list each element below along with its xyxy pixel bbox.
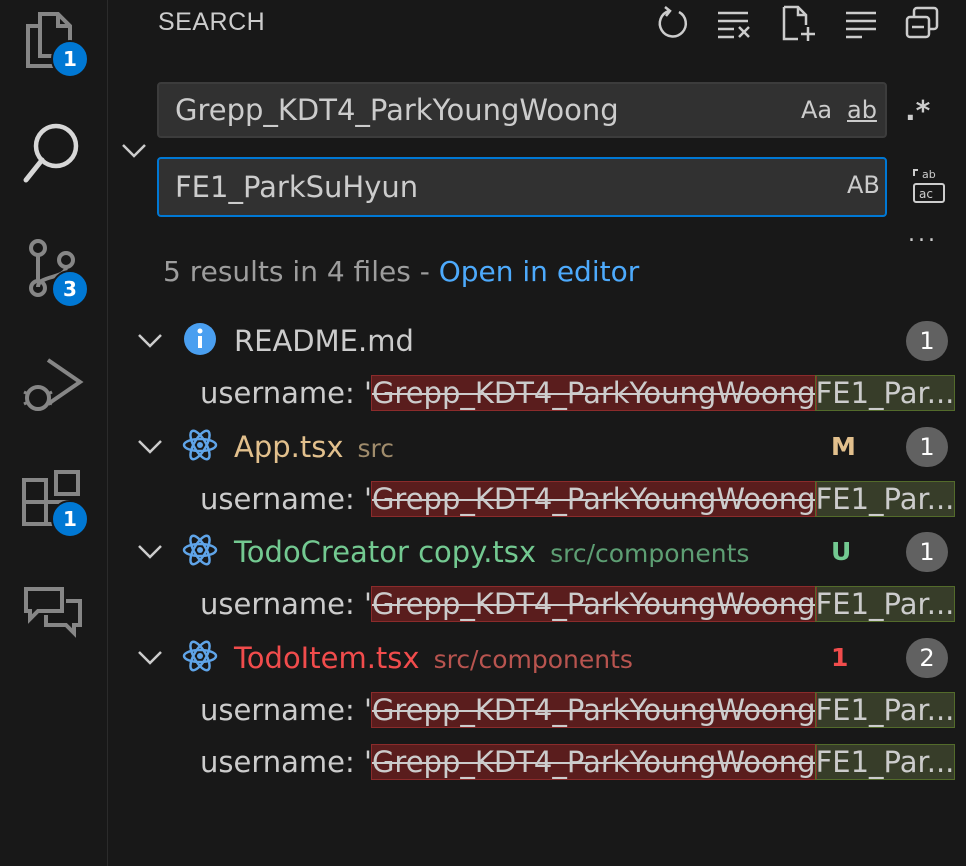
collapse-all-button[interactable] [904, 5, 944, 45]
chevron-down-icon[interactable] [136, 319, 164, 367]
chevron-down-icon [122, 144, 146, 158]
file-name-text: App.tsx [234, 430, 344, 464]
match-prefix: username: ' [200, 376, 372, 410]
match-whole-word-button[interactable]: ab [847, 84, 877, 136]
file-result-row[interactable]: TodoItem.tsx src/components 1 2 [136, 632, 966, 684]
match-removed-text: Grepp_KDT4_ParkYoungWoong [370, 692, 817, 728]
replace-input[interactable] [175, 159, 775, 215]
replace-field: AB [157, 157, 887, 217]
file-name-text: TodoCreator copy.tsx [234, 535, 537, 569]
match-result-row[interactable]: username: 'Grepp_KDT4_ParkYoungWoongFE1_… [200, 736, 966, 788]
source-control-badge: 3 [51, 270, 89, 308]
refresh-icon [658, 6, 688, 38]
react-icon [182, 530, 218, 574]
match-removed-text: Grepp_KDT4_ParkYoungWoong [370, 744, 817, 780]
match-inserted-text: FE1_Par... [814, 692, 956, 728]
activity-bar: 1 3 1 [0, 0, 108, 866]
match-inserted-text: FE1_Par... [814, 744, 956, 780]
replace-all-icon: ab ac [913, 168, 945, 203]
file-path: src/components [550, 539, 750, 568]
file-result-row[interactable]: TodoCreator copy.tsx src/components U 1 [136, 526, 966, 578]
search-view: SEARCH Grepp_KDT4_ParkYoungWoong Aa ab .… [108, 0, 966, 866]
chat-icon [24, 587, 82, 638]
chevron-down-icon[interactable] [136, 425, 164, 473]
new-file-icon [782, 5, 815, 41]
chevron-down-icon[interactable] [136, 636, 164, 684]
clear-results-button[interactable] [716, 5, 756, 45]
refresh-button[interactable] [654, 5, 694, 45]
match-inserted-text: FE1_Par... [814, 481, 956, 517]
view-as-tree-button[interactable] [844, 5, 884, 45]
match-removed-text: Grepp_KDT4_ParkYoungWoong [370, 586, 817, 622]
collapse-all-icon [905, 6, 939, 39]
file-name-text: TodoItem.tsx [234, 641, 420, 675]
preserve-case-button[interactable]: AB [847, 159, 880, 211]
file-name: TodoItem.tsx src/components [234, 632, 633, 686]
git-decoration: M [831, 432, 856, 461]
react-icon [182, 636, 218, 680]
git-decoration: 1 [831, 643, 849, 672]
activity-source-control[interactable]: 3 [0, 238, 107, 328]
match-case-button[interactable]: Aa [801, 84, 832, 136]
match-count-badge: 1 [906, 321, 948, 361]
results-summary: 5 results in 4 files - Open in editor [163, 255, 639, 288]
match-prefix: username: ' [200, 693, 372, 727]
file-name: App.tsx src [234, 421, 394, 475]
file-name: README.md [234, 315, 428, 369]
more-options-button[interactable]: ... [908, 222, 938, 247]
search-input[interactable] [175, 84, 775, 136]
file-path: src [357, 434, 395, 463]
explorer-badge: 1 [51, 40, 89, 78]
use-regex-button[interactable]: .* [905, 84, 930, 136]
search-field: Aa ab .* [157, 82, 930, 138]
list-flat-icon [846, 11, 876, 39]
file-result-row[interactable]: App.tsx src M 1 [136, 421, 966, 473]
extensions-badge: 1 [51, 500, 89, 538]
match-count-badge: 2 [906, 638, 948, 678]
replace-all-button[interactable]: ab ac [908, 166, 948, 206]
file-result-row[interactable]: README.md 1 [136, 315, 966, 367]
react-icon [182, 425, 218, 469]
match-inserted-text: FE1_Par... [814, 375, 956, 411]
match-removed-text: Grepp_KDT4_ParkYoungWoong [370, 481, 817, 517]
match-count-badge: 1 [906, 532, 948, 572]
svg-text:ac: ac [919, 187, 933, 201]
run-debug-icon [23, 358, 84, 411]
view-title: SEARCH [158, 8, 266, 36]
git-decoration: U [831, 537, 852, 566]
match-result-row[interactable]: username: 'Grepp_KDT4_ParkYoungWoongFE1_… [200, 578, 966, 630]
info-icon [182, 319, 218, 363]
open-in-editor-link[interactable]: Open in editor [439, 255, 640, 288]
match-result-row[interactable]: username: 'Grepp_KDT4_ParkYoungWoongFE1_… [200, 684, 966, 736]
activity-chat[interactable] [0, 585, 107, 675]
chevron-down-icon[interactable] [136, 530, 164, 578]
activity-search[interactable] [0, 120, 107, 210]
activity-explorer[interactable]: 1 [0, 8, 107, 98]
svg-text:ab: ab [922, 168, 936, 181]
activity-run-debug[interactable] [0, 352, 107, 442]
new-search-editor-button[interactable] [780, 5, 820, 45]
file-name: TodoCreator copy.tsx src/components [234, 526, 749, 580]
match-result-row[interactable]: username: 'Grepp_KDT4_ParkYoungWoongFE1_… [200, 367, 966, 419]
match-prefix: username: ' [200, 482, 372, 516]
match-result-row[interactable]: username: 'Grepp_KDT4_ParkYoungWoongFE1_… [200, 473, 966, 525]
activity-extensions[interactable]: 1 [0, 470, 107, 560]
match-count-badge: 1 [906, 427, 948, 467]
file-name-text: README.md [234, 324, 414, 358]
toggle-replace-button[interactable] [120, 136, 148, 164]
match-inserted-text: FE1_Par... [814, 586, 956, 622]
match-prefix: username: ' [200, 745, 372, 779]
search-icon [23, 123, 79, 183]
results-count: 5 results in 4 files - [163, 255, 439, 288]
match-removed-text: Grepp_KDT4_ParkYoungWoong [370, 375, 817, 411]
clear-all-icon [718, 11, 750, 39]
file-path: src/components [433, 645, 633, 674]
match-prefix: username: ' [200, 587, 372, 621]
